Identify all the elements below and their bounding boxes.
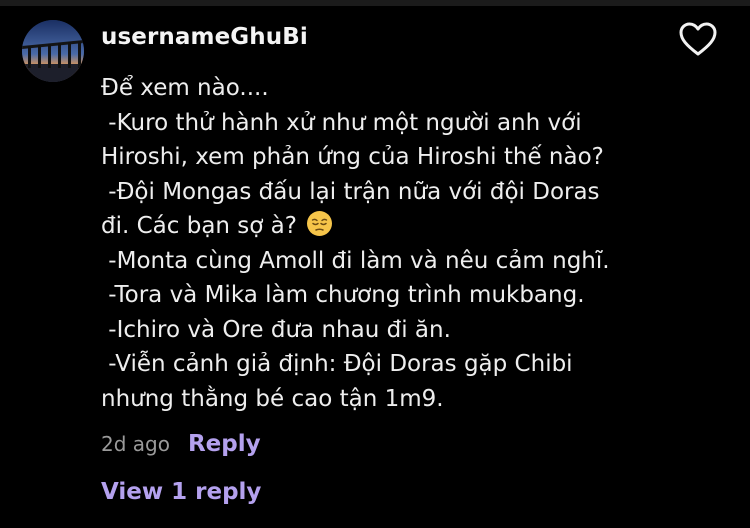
comment-line: -Monta cùng Amoll đi làm và nêu cảm nghĩ… <box>101 247 610 274</box>
comment-line: Để xem nào.... <box>101 75 269 101</box>
comment-body: Để xem nào.... -Kuro thử hành xử như một… <box>101 71 721 416</box>
heart-outline-icon <box>679 22 717 56</box>
comment-line: -Tora và Mika làm chương trình mukbang. <box>101 282 585 308</box>
comment-line-text: đi. Các bạn sợ à? <box>101 213 297 239</box>
comment-line: -Kuro thử hành xử như một người anh với <box>101 109 582 136</box>
comment-line: Hiroshi, xem phản ứng của Hiroshi thế nà… <box>101 144 604 170</box>
comment-line: -Ichiro và Ore đưa nhau đi ăn. <box>101 316 451 343</box>
username[interactable]: usernameGhuBi <box>101 24 308 50</box>
timestamp: 2d ago <box>101 432 170 456</box>
comment-line: -Đội Mongas đấu lại trận nữa với đội Dor… <box>101 178 600 205</box>
comment-line: -Viễn cảnh giả định: Đội Doras gặp Chibi <box>101 351 573 377</box>
avatar[interactable] <box>22 20 84 82</box>
comment-item: usernameGhuBi Để xem nào.... -Kuro thử h… <box>0 6 750 528</box>
comment-line-with-emoji: đi. Các bạn sợ à? <box>101 209 721 244</box>
like-button[interactable] <box>676 20 720 60</box>
view-replies-button[interactable]: View 1 reply <box>101 479 261 505</box>
reply-button[interactable]: Reply <box>188 431 261 457</box>
bridge-sunset-avatar-image <box>22 20 84 82</box>
pensive-face-emoji <box>306 210 333 237</box>
comment-line: nhưng thằng bé cao tận 1m9. <box>101 385 444 412</box>
comment-meta: 2d ago Reply <box>101 428 261 460</box>
